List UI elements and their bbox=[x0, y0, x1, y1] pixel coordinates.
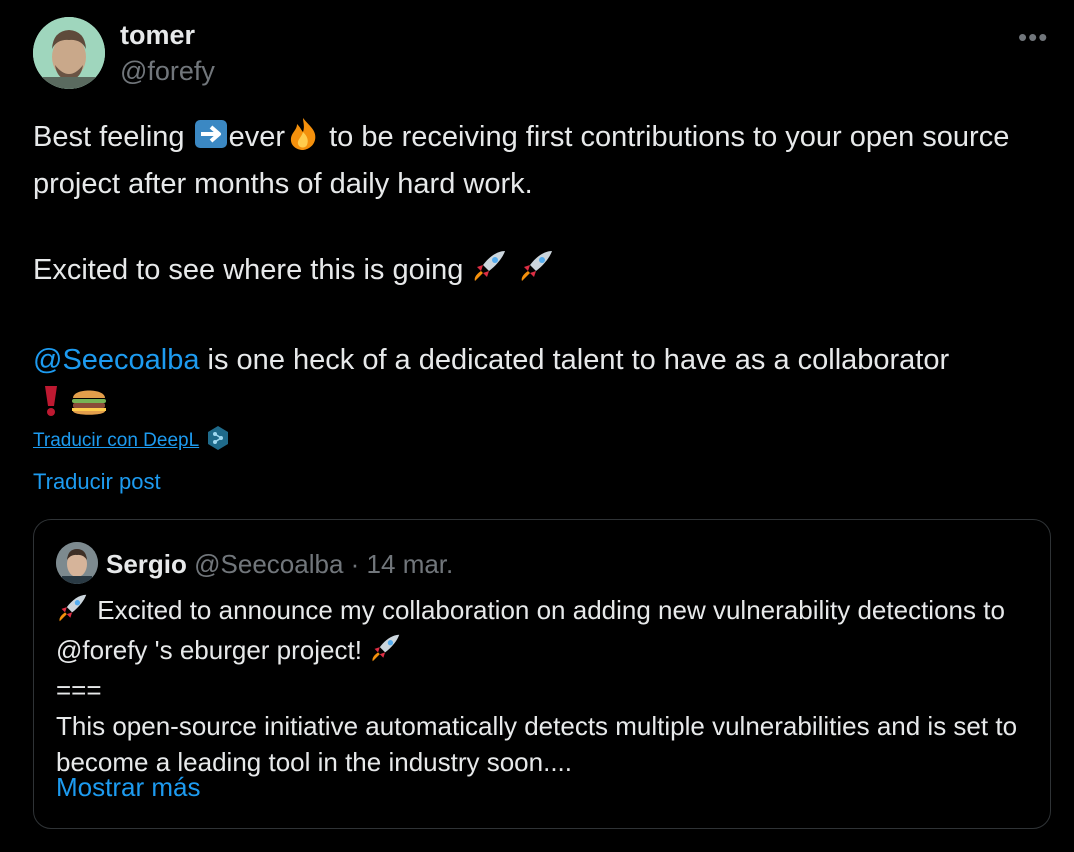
quoted-post-date[interactable]: 14 mar. bbox=[367, 549, 454, 579]
author-name[interactable]: tomer bbox=[120, 20, 195, 51]
show-more-link[interactable]: Mostrar más bbox=[56, 772, 200, 803]
quoted-text-divider: === bbox=[56, 675, 102, 705]
more-options-icon[interactable]: ••• bbox=[1018, 22, 1048, 53]
quoted-author-handle[interactable]: @Seecoalba bbox=[194, 549, 343, 579]
rocket-emoji-icon bbox=[471, 249, 509, 296]
quoted-post-text: Excited to announce my collaboration on … bbox=[56, 592, 1046, 780]
quoted-post-header: Sergio @Seecoalba · 14 mar. bbox=[106, 549, 453, 580]
mention-link[interactable]: @Seecoalba bbox=[33, 344, 200, 376]
rocket-emoji-icon bbox=[369, 633, 403, 672]
rocket-emoji-icon bbox=[56, 593, 90, 632]
fire-emoji-icon bbox=[285, 116, 321, 163]
exclamation-emoji-icon bbox=[33, 382, 69, 431]
tweet-text-part: Excited to see where this is going bbox=[33, 254, 472, 286]
tweet-text: Best feeling ever to be receiving first … bbox=[33, 116, 1053, 431]
quoted-text-part: This open-source initiative automaticall… bbox=[56, 711, 1018, 777]
quoted-text-part: Excited to announce my collaboration on … bbox=[56, 595, 1005, 665]
quoted-author-avatar[interactable] bbox=[56, 542, 98, 584]
deepl-logo-icon[interactable] bbox=[207, 425, 229, 456]
tweet-text-part: ever bbox=[228, 121, 286, 153]
author-avatar[interactable] bbox=[33, 17, 105, 89]
author-handle[interactable]: @forefy bbox=[120, 56, 215, 87]
right-arrow-emoji-icon bbox=[193, 118, 229, 163]
tweet-text-part: is one heck of a dedicated talent to hav… bbox=[199, 344, 950, 376]
tweet-text-part: Best feeling bbox=[33, 121, 193, 153]
burger-emoji-icon bbox=[69, 382, 109, 431]
quoted-post[interactable]: Sergio @Seecoalba · 14 mar. Excited to a… bbox=[33, 519, 1051, 829]
translate-post-link[interactable]: Traducir post bbox=[33, 469, 161, 495]
rocket-emoji-icon bbox=[518, 249, 556, 296]
deepl-translate-row: Traducir con DeepL bbox=[33, 425, 229, 456]
deepl-translate-link[interactable]: Traducir con DeepL bbox=[33, 430, 199, 452]
separator-dot: · bbox=[343, 549, 367, 579]
quoted-author-name[interactable]: Sergio bbox=[106, 549, 187, 579]
